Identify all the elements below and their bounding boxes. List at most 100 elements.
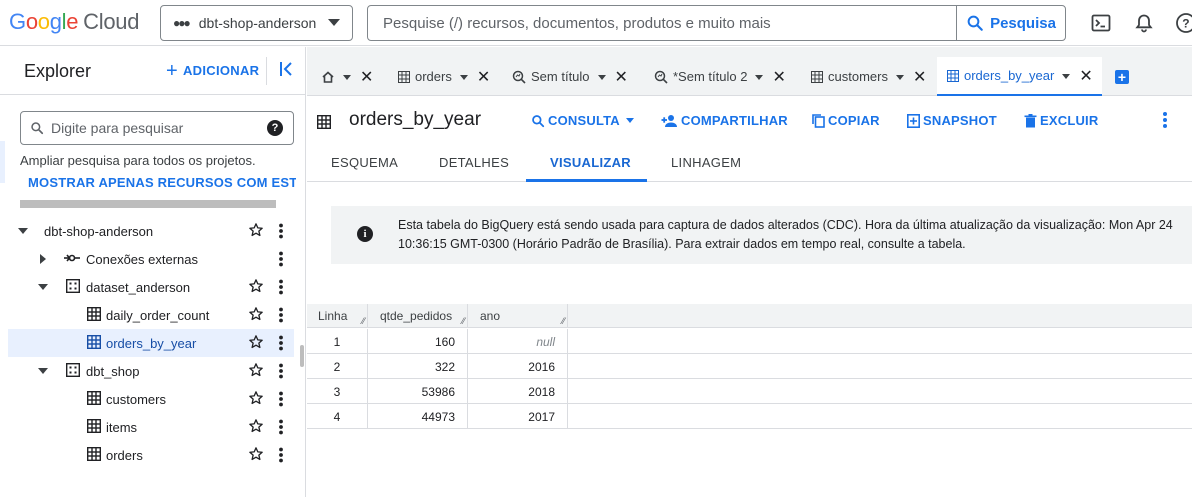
tab-orders-by-year[interactable]: orders_by_year ✕	[937, 57, 1102, 96]
home-icon	[322, 70, 334, 83]
add-button[interactable]: + ADICIONAR	[166, 61, 259, 81]
tab-orders[interactable]: orders ✕	[398, 57, 490, 96]
star-icon[interactable]	[248, 446, 264, 465]
tab-customers[interactable]: customers ✕	[811, 57, 926, 96]
new-query-button[interactable]: +	[1115, 70, 1129, 84]
tab-schema[interactable]: ESQUEMA	[331, 155, 398, 170]
table-cell[interactable]: 322	[368, 354, 468, 379]
divider	[266, 57, 267, 85]
table-cell[interactable]: 44973	[368, 404, 468, 429]
more-options-button[interactable]	[1162, 111, 1168, 132]
tree-item-items[interactable]: items	[8, 413, 294, 441]
more-vert-icon[interactable]	[278, 419, 284, 438]
close-icon[interactable]: ✕	[615, 67, 628, 87]
chevron-down-icon[interactable]	[343, 74, 351, 80]
cloud-shell-button[interactable]	[1089, 11, 1113, 35]
more-vert-icon[interactable]	[278, 223, 284, 242]
tree-item-dataset-anderson[interactable]: dataset_anderson	[8, 273, 294, 301]
tab-details[interactable]: DETALHES	[439, 155, 509, 170]
close-icon[interactable]: ✕	[360, 67, 373, 87]
star-icon[interactable]	[248, 390, 264, 409]
collapse-explorer-button[interactable]	[279, 60, 295, 81]
horizontal-scrollbar[interactable]	[20, 200, 276, 208]
table-cell[interactable]: 2016	[468, 354, 568, 379]
table-cell[interactable]: null	[468, 329, 568, 354]
table-cell[interactable]: 2	[307, 354, 368, 379]
tab-sem-titulo[interactable]: Sem título ✕	[512, 57, 628, 96]
chevron-right-icon[interactable]	[40, 254, 46, 264]
star-icon[interactable]	[248, 418, 264, 437]
tree-item-orders-by-year[interactable]: orders_by_year	[8, 329, 294, 357]
chevron-down-icon[interactable]	[38, 368, 48, 374]
star-icon[interactable]	[248, 334, 264, 353]
more-vert-icon[interactable]	[278, 307, 284, 326]
more-vert-icon[interactable]	[278, 391, 284, 410]
help-button[interactable]: ?	[1174, 11, 1192, 35]
table-title: orders_by_year	[349, 109, 482, 130]
explorer-search-input[interactable]	[49, 112, 269, 144]
chevron-down-icon[interactable]	[38, 284, 48, 290]
project-selector[interactable]: ●●● dbt-shop-anderson	[160, 5, 353, 41]
tab-sem-titulo-2[interactable]: *Sem título 2 ✕	[654, 57, 786, 96]
tree-item-label: orders_by_year	[106, 336, 197, 351]
tab-home[interactable]: ✕	[321, 57, 373, 96]
tree-item-conex-es-externas[interactable]: Conexões externas	[8, 245, 294, 273]
copy-button[interactable]: COPIAR	[812, 113, 880, 128]
star-icon[interactable]	[248, 278, 264, 297]
chevron-down-icon[interactable]	[1062, 73, 1071, 79]
chevron-down-icon[interactable]	[895, 74, 904, 80]
help-icon[interactable]: ?	[267, 120, 283, 136]
column-header[interactable]: qtde_pedidos ⁄⁄	[368, 304, 468, 328]
logo-cloud-text: Cloud	[83, 9, 140, 34]
share-button[interactable]: COMPARTILHAR	[661, 113, 788, 128]
google-cloud-logo[interactable]: Google Cloud	[9, 9, 139, 35]
notifications-button[interactable]	[1132, 11, 1156, 35]
tree-item-dbt-shop-anderson[interactable]: dbt-shop-anderson	[8, 217, 294, 245]
delete-button[interactable]: EXCLUIR	[1024, 113, 1098, 128]
tab-preview[interactable]: VISUALIZAR	[550, 155, 631, 170]
star-icon[interactable]	[248, 306, 264, 325]
resize-handle-icon[interactable]: ⁄⁄	[462, 316, 465, 326]
tree-item-customers[interactable]: customers	[8, 385, 294, 413]
resize-handle-icon[interactable]: ⁄⁄	[562, 316, 565, 326]
table-cell[interactable]: 53986	[368, 379, 468, 404]
query-button[interactable]: CONSULTA	[531, 113, 634, 128]
table-cell[interactable]: 1	[307, 329, 368, 354]
column-header[interactable]: Linha ⁄⁄	[307, 304, 368, 328]
table-cell[interactable]: 3	[307, 379, 368, 404]
close-icon[interactable]: ✕	[913, 67, 926, 87]
search-icon	[967, 15, 983, 31]
chevron-down-icon[interactable]	[597, 74, 606, 80]
close-icon[interactable]: ✕	[772, 67, 785, 87]
snapshot-button[interactable]: SNAPSHOT	[907, 113, 997, 128]
bell-icon	[1135, 14, 1153, 33]
more-vert-icon[interactable]	[278, 251, 284, 270]
close-icon[interactable]: ✕	[1079, 66, 1092, 86]
more-vert-icon[interactable]	[278, 335, 284, 354]
tree-item-dbt-shop[interactable]: dbt_shop	[8, 357, 294, 385]
star-icon[interactable]	[248, 362, 264, 381]
search-button[interactable]: Pesquisa	[956, 6, 1065, 40]
tree-item-orders[interactable]: orders	[8, 441, 294, 469]
show-starred-link[interactable]: MOSTRAR APENAS RECURSOS COM ESTRELA	[28, 175, 296, 190]
vertical-scrollbar[interactable]	[300, 345, 304, 367]
table-cell[interactable]: 2018	[468, 379, 568, 404]
chevron-down-icon[interactable]	[755, 74, 764, 80]
chevron-down-icon[interactable]	[18, 228, 28, 234]
column-header[interactable]: ano ⁄⁄	[468, 304, 568, 328]
resize-handle-icon[interactable]: ⁄⁄	[362, 316, 365, 326]
chevron-down-icon[interactable]	[459, 74, 468, 80]
more-vert-icon[interactable]	[278, 279, 284, 298]
tab-lineage[interactable]: LINHAGEM	[671, 155, 741, 170]
global-search-input[interactable]	[368, 6, 956, 40]
table-cell[interactable]: 160	[368, 329, 468, 354]
more-vert-icon[interactable]	[278, 447, 284, 466]
tree-item-daily-order-count[interactable]: daily_order_count	[8, 301, 294, 329]
more-vert-icon[interactable]	[278, 363, 284, 382]
tab-label: orders_by_year	[964, 68, 1055, 83]
table-cell[interactable]: 2017	[468, 404, 568, 429]
table-cell[interactable]: 4	[307, 404, 368, 429]
close-icon[interactable]: ✕	[477, 67, 490, 87]
star-icon[interactable]	[248, 222, 264, 241]
explorer-panel: Explorer + ADICIONAR ? Ampliar pesquisa …	[0, 47, 306, 497]
